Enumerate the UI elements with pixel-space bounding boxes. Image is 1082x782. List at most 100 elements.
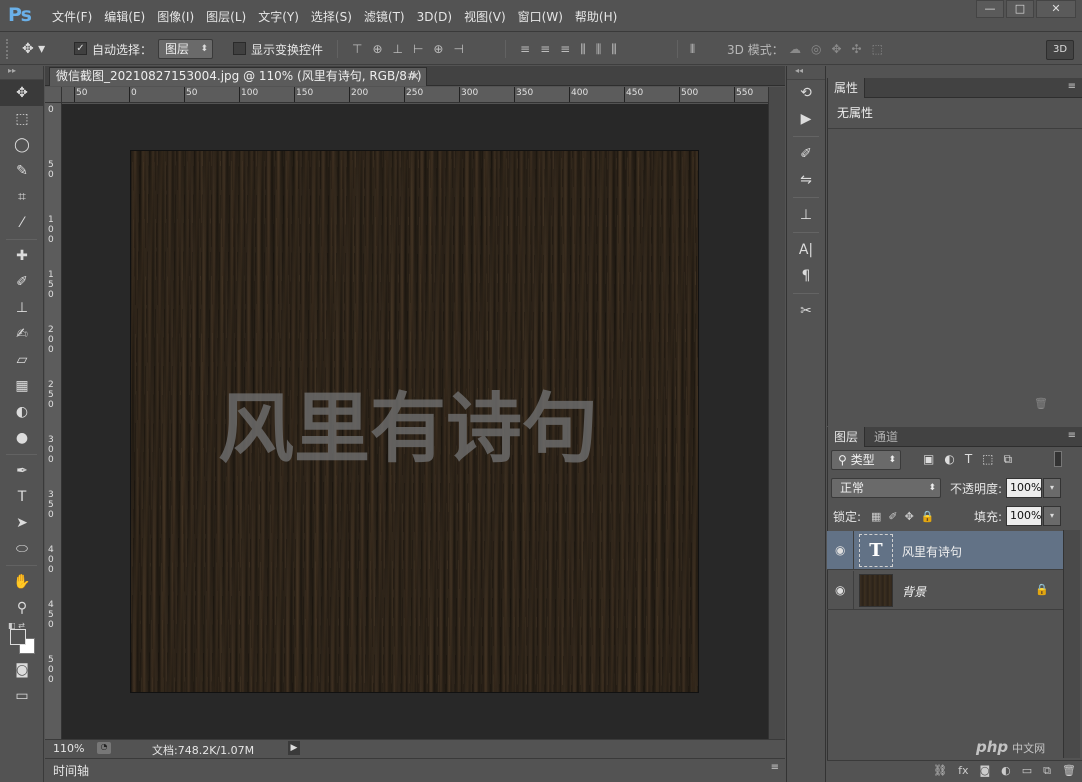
horizontal-ruler[interactable]: 50 0 50 100 150 200 250 300 350 400 450 500 550 bbox=[62, 87, 768, 103]
layer-name[interactable]: 背景 bbox=[902, 583, 926, 600]
menu-view[interactable]: 视图(V) bbox=[458, 9, 512, 25]
filter-toggle[interactable] bbox=[1054, 451, 1062, 467]
menu-edit[interactable]: 编辑(E) bbox=[98, 9, 151, 25]
move-tool-preset-icon[interactable]: ✥ ▾ bbox=[22, 41, 45, 57]
character-panel-icon[interactable]: A| bbox=[787, 237, 825, 263]
close-tab-icon[interactable]: × bbox=[410, 68, 420, 85]
tab-channels[interactable]: 通道 bbox=[868, 427, 904, 447]
vertical-ruler[interactable]: 0 5 0 1 0 0 1 5 0 2 0 0 2 5 0 3 0 0 3 5 0 4 0 0 4… bbox=[45, 103, 62, 739]
menu-file[interactable]: 文件(F) bbox=[46, 9, 98, 25]
blend-mode-dropdown[interactable]: 正常 ⬍ bbox=[831, 478, 941, 498]
layer-row-text[interactable]: ◉ T 风里有诗句 bbox=[827, 531, 1063, 570]
brush-presets-icon[interactable]: ✐ bbox=[787, 141, 825, 167]
gradient-tool-icon[interactable]: ▦ bbox=[0, 373, 44, 399]
menu-type[interactable]: 文字(Y) bbox=[252, 9, 305, 25]
canvas-text-layer[interactable]: 风里有诗句 bbox=[218, 367, 598, 477]
path-select-tool-icon[interactable]: ➤ bbox=[0, 510, 44, 536]
menu-layer[interactable]: 图层(L) bbox=[200, 9, 252, 25]
proof-icon[interactable]: ◔ bbox=[97, 742, 111, 754]
align-vcenter-icon[interactable]: ⊕ bbox=[372, 42, 382, 56]
quick-select-tool-icon[interactable]: ✎ bbox=[0, 158, 44, 184]
tab-properties[interactable]: 属性 bbox=[828, 78, 866, 98]
quick-mask-icon[interactable]: ◙ bbox=[0, 657, 44, 683]
distribute-hcenter-icon[interactable]: ⫼ bbox=[596, 42, 602, 57]
align-top-icon[interactable]: ⊤ bbox=[352, 42, 362, 56]
type-tool-icon[interactable]: T bbox=[0, 484, 44, 510]
hand-tool-icon[interactable]: ✋ bbox=[0, 569, 44, 595]
opacity-input[interactable]: 100% bbox=[1006, 478, 1042, 498]
screen-mode-icon[interactable]: ▭ bbox=[0, 683, 44, 709]
eye-icon[interactable]: ◉ bbox=[835, 583, 845, 597]
tab-layers[interactable]: 图层 bbox=[828, 427, 866, 447]
filter-shape-icon[interactable]: ⬚ bbox=[982, 452, 993, 467]
slide-3d-icon[interactable]: ✣ bbox=[852, 42, 862, 56]
link-layers-icon[interactable]: ⛓ bbox=[933, 764, 947, 778]
panel-menu-icon[interactable]: ≡ bbox=[1068, 81, 1076, 92]
zoom-level[interactable]: 110% bbox=[53, 742, 84, 755]
rotate-3d-icon[interactable]: ☁ bbox=[789, 42, 801, 56]
menu-help[interactable]: 帮助(H) bbox=[569, 9, 623, 25]
healing-brush-tool-icon[interactable]: ✚ bbox=[0, 243, 44, 269]
pen-tool-icon[interactable]: ✒ bbox=[0, 458, 44, 484]
new-layer-icon[interactable]: ⧉ bbox=[1043, 764, 1051, 778]
align-right-icon[interactable]: ⊣ bbox=[453, 42, 463, 56]
maximize-button[interactable]: □ bbox=[1006, 0, 1034, 18]
lock-transparent-icon[interactable]: ▦ bbox=[871, 510, 881, 523]
fill-input[interactable]: 100% bbox=[1006, 506, 1042, 526]
align-bottom-icon[interactable]: ⊥ bbox=[393, 42, 403, 56]
roll-3d-icon[interactable]: ◎ bbox=[811, 42, 821, 56]
layer-name[interactable]: 风里有诗句 bbox=[902, 543, 962, 560]
layer-row-background[interactable]: ◉ 背景 🔒 bbox=[827, 571, 1063, 610]
align-left-icon[interactable]: ⊢ bbox=[413, 42, 423, 56]
distribute-bottom-icon[interactable]: ≡ bbox=[560, 42, 570, 57]
filter-smart-object-icon[interactable]: ⧉ bbox=[1004, 452, 1013, 467]
text-layer-thumbnail[interactable]: T bbox=[859, 534, 893, 567]
lasso-tool-icon[interactable]: ◯ bbox=[0, 132, 44, 158]
distribute-vcenter-icon[interactable]: ≡ bbox=[540, 42, 550, 57]
move-tool-icon[interactable]: ✥ bbox=[0, 80, 44, 106]
fx-icon[interactable]: fx bbox=[958, 764, 968, 778]
tool-presets-icon[interactable]: ✂ bbox=[787, 298, 825, 324]
close-button[interactable]: ✕ bbox=[1036, 0, 1076, 18]
clone-stamp-tool-icon[interactable]: ⊥ bbox=[0, 295, 44, 321]
timeline-menu-icon[interactable]: ≡ bbox=[771, 762, 779, 773]
status-menu-arrow-icon[interactable]: ▶ bbox=[288, 741, 300, 755]
crop-tool-icon[interactable]: ⌗ bbox=[0, 184, 44, 210]
history-brush-tool-icon[interactable]: ✍ bbox=[0, 321, 44, 347]
menu-3d[interactable]: 3D(D) bbox=[411, 9, 458, 25]
distribute-left-icon[interactable]: ⫼ bbox=[580, 42, 586, 57]
zoom-tool-icon[interactable]: ⚲ bbox=[0, 595, 44, 621]
ruler-corner[interactable] bbox=[45, 87, 62, 103]
auto-select-dropdown[interactable]: 图层 ⬍ bbox=[158, 39, 213, 59]
clone-source-icon[interactable]: ⊥ bbox=[787, 202, 825, 228]
delete-layer-icon[interactable]: 🗑 bbox=[1062, 764, 1076, 778]
align-hcenter-icon[interactable]: ⊕ bbox=[433, 42, 443, 56]
menu-select[interactable]: 选择(S) bbox=[305, 9, 358, 25]
dodge-tool-icon[interactable]: ● bbox=[0, 425, 44, 451]
timeline-tab[interactable]: 时间轴 bbox=[53, 762, 89, 779]
canvas-area[interactable]: 风里有诗句 bbox=[62, 104, 768, 739]
brush-tool-icon[interactable]: ✐ bbox=[0, 269, 44, 295]
marquee-tool-icon[interactable]: ⬚ bbox=[0, 106, 44, 132]
layers-scrollbar[interactable] bbox=[1063, 530, 1080, 758]
options-grip[interactable] bbox=[6, 39, 10, 59]
menu-window[interactable]: 窗口(W) bbox=[512, 9, 569, 25]
lock-pixels-icon[interactable]: ✐ bbox=[888, 510, 897, 523]
shape-tool-icon[interactable]: ⬭ bbox=[0, 536, 44, 562]
filter-type-icon[interactable]: T bbox=[965, 452, 972, 467]
adjustment-layer-icon[interactable]: ◐ bbox=[1001, 764, 1011, 778]
brush-panel-icon[interactable]: ⇋ bbox=[787, 167, 825, 193]
pan-3d-icon[interactable]: ✥ bbox=[831, 42, 841, 56]
paragraph-panel-icon[interactable]: ¶ bbox=[787, 263, 825, 289]
background-layer-thumbnail[interactable] bbox=[859, 574, 893, 607]
lock-all-icon[interactable]: 🔒 bbox=[921, 510, 935, 523]
fill-dropdown-icon[interactable]: ▾ bbox=[1043, 506, 1061, 526]
filter-pixel-icon[interactable]: ▣ bbox=[923, 452, 934, 467]
distribute-right-icon[interactable]: ⫼ bbox=[611, 42, 617, 57]
panel-menu-icon[interactable]: ≡ bbox=[1068, 430, 1076, 441]
show-transform-checkbox[interactable] bbox=[233, 42, 246, 55]
auto-select-checkbox[interactable]: ✓ bbox=[74, 42, 87, 55]
minimize-button[interactable]: — bbox=[976, 0, 1004, 18]
document-canvas[interactable]: 风里有诗句 bbox=[130, 150, 699, 693]
add-mask-icon[interactable]: ◙ bbox=[979, 764, 990, 778]
